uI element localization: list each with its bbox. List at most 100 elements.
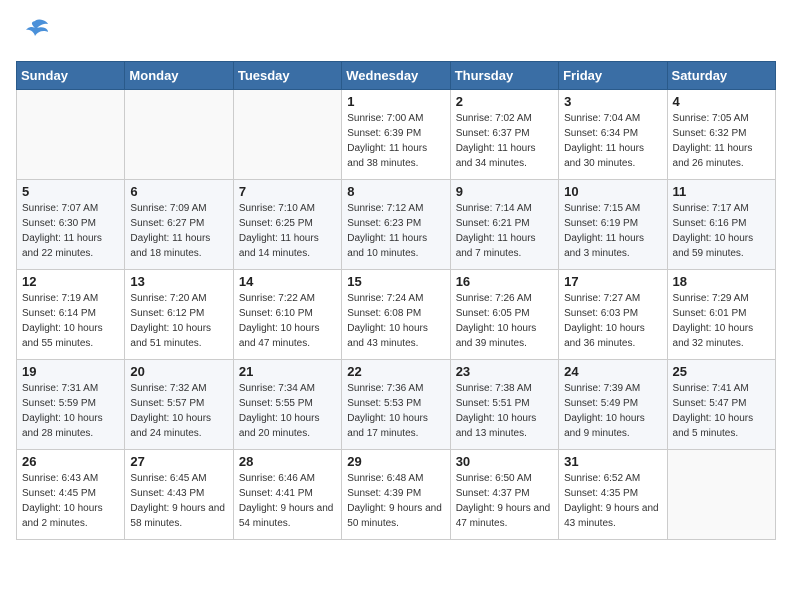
day-info: Sunrise: 7:32 AMSunset: 5:57 PMDaylight:… — [130, 381, 227, 441]
day-info: Sunrise: 6:50 AMSunset: 4:37 PMDaylight:… — [456, 471, 553, 531]
calendar-cell: 4 Sunrise: 7:05 AMSunset: 6:32 PMDayligh… — [667, 90, 775, 180]
calendar-header-tuesday: Tuesday — [233, 62, 341, 90]
calendar-header-thursday: Thursday — [450, 62, 558, 90]
day-info: Sunrise: 7:17 AMSunset: 6:16 PMDaylight:… — [673, 201, 770, 261]
calendar-cell: 5 Sunrise: 7:07 AMSunset: 6:30 PMDayligh… — [17, 180, 125, 270]
day-number: 30 — [456, 454, 553, 469]
day-number: 10 — [564, 184, 661, 199]
calendar-cell: 13 Sunrise: 7:20 AMSunset: 6:12 PMDaylig… — [125, 270, 233, 360]
day-info: Sunrise: 7:26 AMSunset: 6:05 PMDaylight:… — [456, 291, 553, 351]
day-number: 8 — [347, 184, 444, 199]
calendar-header-sunday: Sunday — [17, 62, 125, 90]
page-header — [16, 16, 776, 51]
calendar-cell: 30 Sunrise: 6:50 AMSunset: 4:37 PMDaylig… — [450, 450, 558, 540]
day-info: Sunrise: 7:31 AMSunset: 5:59 PMDaylight:… — [22, 381, 119, 441]
logo-bird-icon — [20, 16, 50, 51]
calendar-cell: 24 Sunrise: 7:39 AMSunset: 5:49 PMDaylig… — [559, 360, 667, 450]
calendar-cell: 10 Sunrise: 7:15 AMSunset: 6:19 PMDaylig… — [559, 180, 667, 270]
day-number: 25 — [673, 364, 770, 379]
calendar-header-row: SundayMondayTuesdayWednesdayThursdayFrid… — [17, 62, 776, 90]
day-number: 6 — [130, 184, 227, 199]
calendar-week-row: 19 Sunrise: 7:31 AMSunset: 5:59 PMDaylig… — [17, 360, 776, 450]
calendar-cell: 3 Sunrise: 7:04 AMSunset: 6:34 PMDayligh… — [559, 90, 667, 180]
calendar-cell — [125, 90, 233, 180]
day-number: 15 — [347, 274, 444, 289]
day-number: 1 — [347, 94, 444, 109]
calendar-cell: 26 Sunrise: 6:43 AMSunset: 4:45 PMDaylig… — [17, 450, 125, 540]
day-number: 26 — [22, 454, 119, 469]
calendar-cell: 6 Sunrise: 7:09 AMSunset: 6:27 PMDayligh… — [125, 180, 233, 270]
day-info: Sunrise: 7:39 AMSunset: 5:49 PMDaylight:… — [564, 381, 661, 441]
day-info: Sunrise: 7:36 AMSunset: 5:53 PMDaylight:… — [347, 381, 444, 441]
calendar-cell — [233, 90, 341, 180]
calendar-cell: 16 Sunrise: 7:26 AMSunset: 6:05 PMDaylig… — [450, 270, 558, 360]
day-info: Sunrise: 6:43 AMSunset: 4:45 PMDaylight:… — [22, 471, 119, 531]
day-info: Sunrise: 7:27 AMSunset: 6:03 PMDaylight:… — [564, 291, 661, 351]
calendar-cell: 14 Sunrise: 7:22 AMSunset: 6:10 PMDaylig… — [233, 270, 341, 360]
calendar-cell: 15 Sunrise: 7:24 AMSunset: 6:08 PMDaylig… — [342, 270, 450, 360]
calendar-header-saturday: Saturday — [667, 62, 775, 90]
day-number: 22 — [347, 364, 444, 379]
calendar-week-row: 5 Sunrise: 7:07 AMSunset: 6:30 PMDayligh… — [17, 180, 776, 270]
day-number: 21 — [239, 364, 336, 379]
day-info: Sunrise: 7:34 AMSunset: 5:55 PMDaylight:… — [239, 381, 336, 441]
day-info: Sunrise: 7:29 AMSunset: 6:01 PMDaylight:… — [673, 291, 770, 351]
day-number: 28 — [239, 454, 336, 469]
calendar-table: SundayMondayTuesdayWednesdayThursdayFrid… — [16, 61, 776, 540]
day-number: 18 — [673, 274, 770, 289]
day-number: 31 — [564, 454, 661, 469]
calendar-cell: 28 Sunrise: 6:46 AMSunset: 4:41 PMDaylig… — [233, 450, 341, 540]
calendar-week-row: 12 Sunrise: 7:19 AMSunset: 6:14 PMDaylig… — [17, 270, 776, 360]
day-number: 16 — [456, 274, 553, 289]
day-info: Sunrise: 6:48 AMSunset: 4:39 PMDaylight:… — [347, 471, 444, 531]
day-number: 7 — [239, 184, 336, 199]
calendar-cell: 17 Sunrise: 7:27 AMSunset: 6:03 PMDaylig… — [559, 270, 667, 360]
logo — [16, 16, 50, 51]
calendar-cell: 25 Sunrise: 7:41 AMSunset: 5:47 PMDaylig… — [667, 360, 775, 450]
day-number: 2 — [456, 94, 553, 109]
day-number: 29 — [347, 454, 444, 469]
calendar-cell: 12 Sunrise: 7:19 AMSunset: 6:14 PMDaylig… — [17, 270, 125, 360]
day-info: Sunrise: 7:04 AMSunset: 6:34 PMDaylight:… — [564, 111, 661, 171]
calendar-header-friday: Friday — [559, 62, 667, 90]
day-info: Sunrise: 7:24 AMSunset: 6:08 PMDaylight:… — [347, 291, 444, 351]
day-info: Sunrise: 7:10 AMSunset: 6:25 PMDaylight:… — [239, 201, 336, 261]
calendar-cell: 11 Sunrise: 7:17 AMSunset: 6:16 PMDaylig… — [667, 180, 775, 270]
day-number: 14 — [239, 274, 336, 289]
day-info: Sunrise: 7:12 AMSunset: 6:23 PMDaylight:… — [347, 201, 444, 261]
calendar-week-row: 1 Sunrise: 7:00 AMSunset: 6:39 PMDayligh… — [17, 90, 776, 180]
day-number: 24 — [564, 364, 661, 379]
calendar-cell: 18 Sunrise: 7:29 AMSunset: 6:01 PMDaylig… — [667, 270, 775, 360]
calendar-cell: 20 Sunrise: 7:32 AMSunset: 5:57 PMDaylig… — [125, 360, 233, 450]
day-number: 23 — [456, 364, 553, 379]
day-number: 20 — [130, 364, 227, 379]
calendar-cell: 2 Sunrise: 7:02 AMSunset: 6:37 PMDayligh… — [450, 90, 558, 180]
day-info: Sunrise: 7:38 AMSunset: 5:51 PMDaylight:… — [456, 381, 553, 441]
calendar-cell: 27 Sunrise: 6:45 AMSunset: 4:43 PMDaylig… — [125, 450, 233, 540]
calendar-cell: 19 Sunrise: 7:31 AMSunset: 5:59 PMDaylig… — [17, 360, 125, 450]
day-info: Sunrise: 7:41 AMSunset: 5:47 PMDaylight:… — [673, 381, 770, 441]
day-number: 4 — [673, 94, 770, 109]
calendar-header-wednesday: Wednesday — [342, 62, 450, 90]
calendar-cell: 1 Sunrise: 7:00 AMSunset: 6:39 PMDayligh… — [342, 90, 450, 180]
day-number: 3 — [564, 94, 661, 109]
day-info: Sunrise: 7:09 AMSunset: 6:27 PMDaylight:… — [130, 201, 227, 261]
calendar-cell: 22 Sunrise: 7:36 AMSunset: 5:53 PMDaylig… — [342, 360, 450, 450]
day-info: Sunrise: 6:46 AMSunset: 4:41 PMDaylight:… — [239, 471, 336, 531]
day-info: Sunrise: 6:52 AMSunset: 4:35 PMDaylight:… — [564, 471, 661, 531]
calendar-cell: 7 Sunrise: 7:10 AMSunset: 6:25 PMDayligh… — [233, 180, 341, 270]
day-info: Sunrise: 6:45 AMSunset: 4:43 PMDaylight:… — [130, 471, 227, 531]
day-info: Sunrise: 7:14 AMSunset: 6:21 PMDaylight:… — [456, 201, 553, 261]
day-number: 11 — [673, 184, 770, 199]
day-number: 12 — [22, 274, 119, 289]
day-info: Sunrise: 7:00 AMSunset: 6:39 PMDaylight:… — [347, 111, 444, 171]
calendar-cell: 31 Sunrise: 6:52 AMSunset: 4:35 PMDaylig… — [559, 450, 667, 540]
calendar-cell: 21 Sunrise: 7:34 AMSunset: 5:55 PMDaylig… — [233, 360, 341, 450]
day-number: 27 — [130, 454, 227, 469]
day-info: Sunrise: 7:02 AMSunset: 6:37 PMDaylight:… — [456, 111, 553, 171]
day-info: Sunrise: 7:07 AMSunset: 6:30 PMDaylight:… — [22, 201, 119, 261]
calendar-cell — [667, 450, 775, 540]
calendar-cell: 8 Sunrise: 7:12 AMSunset: 6:23 PMDayligh… — [342, 180, 450, 270]
calendar-week-row: 26 Sunrise: 6:43 AMSunset: 4:45 PMDaylig… — [17, 450, 776, 540]
calendar-header-monday: Monday — [125, 62, 233, 90]
